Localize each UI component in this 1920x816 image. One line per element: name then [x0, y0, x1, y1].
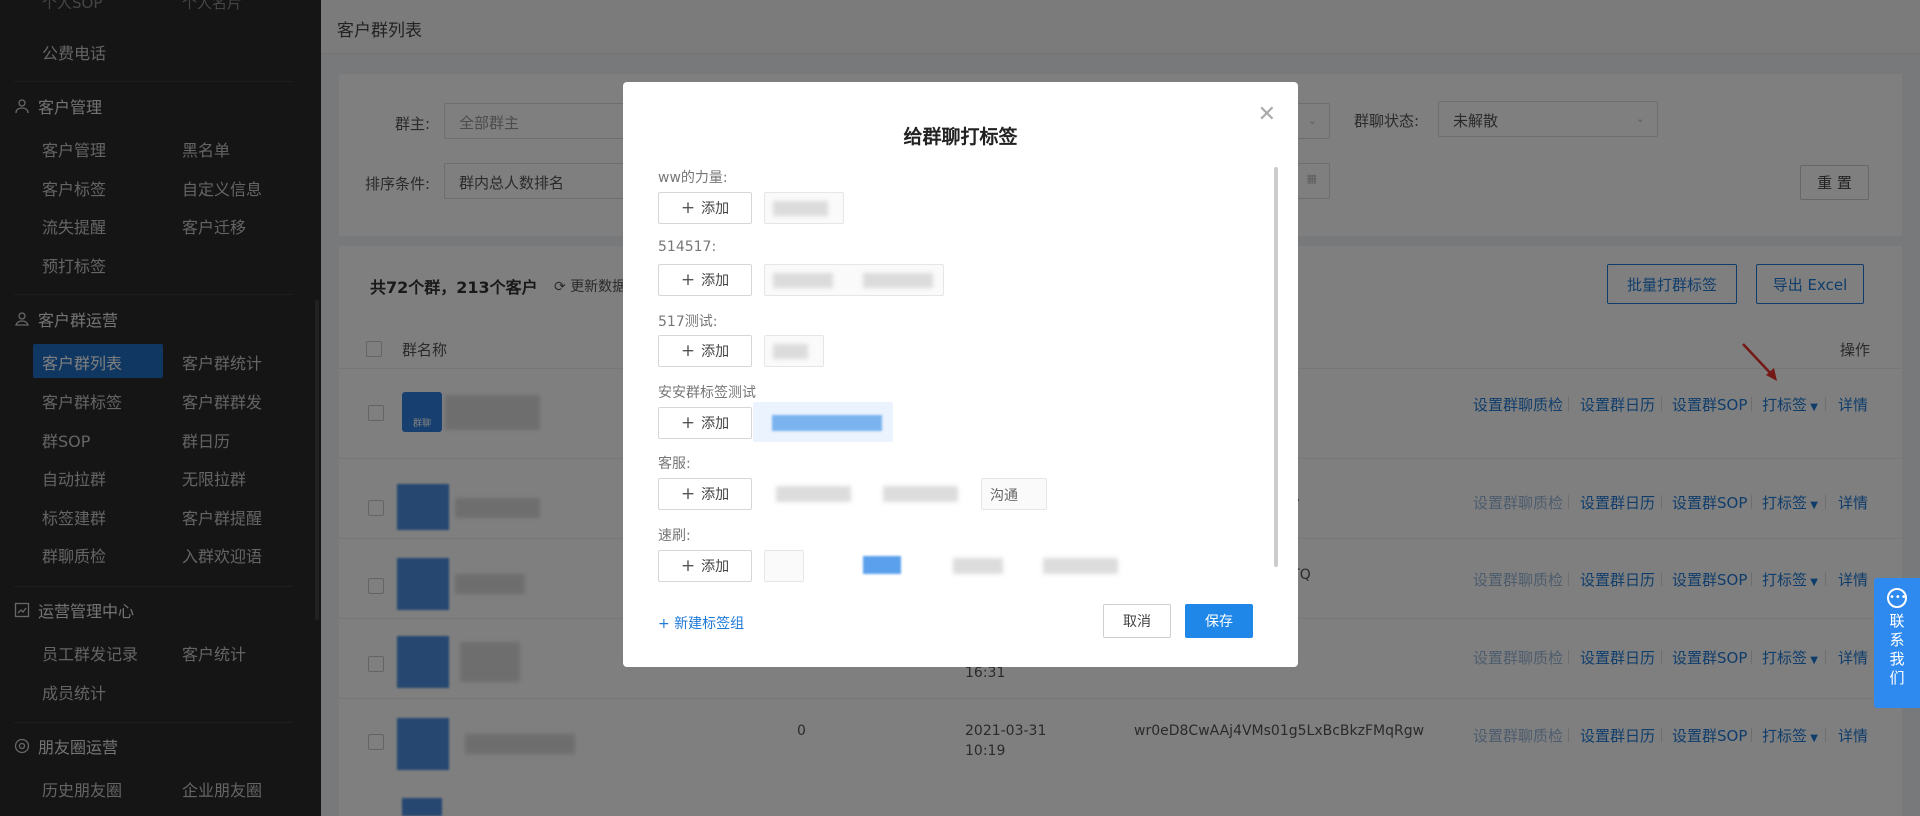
blurred-tag	[773, 201, 828, 216]
tag-chip[interactable]: 沟通	[981, 478, 1047, 510]
blurred-tag	[773, 273, 833, 288]
tag-chip[interactable]	[764, 550, 804, 582]
add-label: 添加	[701, 416, 730, 432]
new-tag-group-link[interactable]: + 新建标签组	[658, 613, 744, 633]
add-label: 添加	[701, 201, 730, 217]
dialog-scrollbar[interactable]	[1274, 167, 1278, 567]
tag-group-label: ww的力量:	[658, 170, 728, 186]
plus-icon: +	[680, 484, 696, 504]
blurred-tag	[883, 486, 958, 502]
add-label: 添加	[701, 487, 730, 503]
contact-char: 我	[1889, 650, 1905, 668]
contact-char: 系	[1889, 631, 1905, 649]
contact-us-button[interactable]: ••• 联 系 我 们	[1874, 578, 1920, 708]
add-tag-button[interactable]: + 添加	[658, 264, 752, 296]
blurred-tag	[863, 556, 901, 574]
tag-text: 沟通	[990, 488, 1018, 504]
tag-group-label: 客服:	[658, 456, 691, 472]
tag-group-chat-dialog: 给群聊打标签 ✕ ww的力量: + 添加 514517: + 添加 517测试: +…	[623, 82, 1298, 667]
cancel-button[interactable]: 取消	[1103, 604, 1171, 638]
add-label: 添加	[701, 273, 730, 289]
add-tag-button[interactable]: + 添加	[658, 335, 752, 367]
blurred-tag	[863, 273, 933, 288]
plus-icon: +	[680, 198, 696, 218]
plus-icon: +	[680, 413, 696, 433]
add-tag-button[interactable]: + 添加	[658, 550, 752, 582]
chat-icon: •••	[1887, 588, 1907, 608]
tag-group-label: 514517:	[658, 239, 717, 255]
blurred-tag	[1043, 558, 1118, 574]
add-tag-button[interactable]: + 添加	[658, 478, 752, 510]
tag-chip[interactable]	[764, 335, 824, 367]
dialog-title: 给群聊打标签	[903, 126, 1018, 148]
tag-group-label: 速刷:	[658, 528, 691, 544]
save-button[interactable]: 保存	[1185, 604, 1253, 638]
add-label: 添加	[701, 344, 730, 360]
blurred-tag	[772, 415, 882, 431]
plus-icon: +	[680, 270, 696, 290]
add-tag-button[interactable]: + 添加	[658, 407, 752, 439]
tag-chip-selected[interactable]	[753, 402, 893, 442]
tag-group-label: 517测试:	[658, 314, 718, 330]
tag-group-label: 安安群标签测试	[658, 385, 756, 401]
tag-chip[interactable]	[764, 192, 844, 224]
add-tag-button[interactable]: + 添加	[658, 192, 752, 224]
blurred-tag	[953, 558, 1003, 574]
blurred-tag	[773, 344, 808, 359]
close-icon[interactable]: ✕	[1258, 102, 1276, 127]
blurred-tag	[776, 486, 851, 502]
tag-chip[interactable]	[764, 264, 944, 296]
plus-icon: +	[680, 341, 696, 361]
add-label: 添加	[701, 559, 730, 575]
contact-char: 联	[1889, 612, 1905, 630]
contact-char: 们	[1889, 669, 1905, 687]
plus-icon: +	[680, 556, 696, 576]
